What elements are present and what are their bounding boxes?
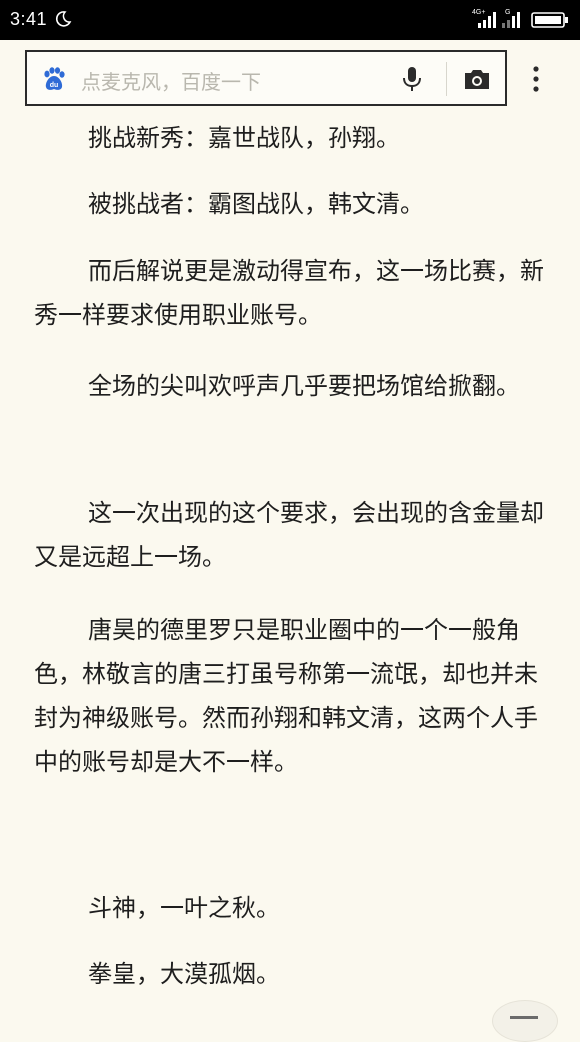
search-divider	[446, 62, 447, 96]
menu-icon[interactable]	[532, 65, 540, 93]
paragraph: 这一次出现的这个要求，会出现的含金量却又是远超上一场。	[34, 499, 544, 571]
signal-icon-2	[502, 12, 520, 28]
paragraph: 拳皇，大漠孤烟。	[88, 960, 280, 988]
paragraph: 唐昊的德里罗只是职业圈中的一个一般角色，林敬言的唐三打虽号称第一流氓，却也并未封…	[34, 616, 538, 776]
paragraph: 斗神，一叶之秋。	[88, 894, 280, 922]
status-time: 3:41	[10, 9, 48, 29]
paragraph: 全场的尖叫欢呼声几乎要把场馆给掀翻。	[88, 372, 520, 400]
baidu-icon: du	[44, 67, 65, 90]
paragraph: 被挑战者：霸图战队，韩文清。	[88, 190, 424, 218]
paragraph: 挑战新秀：嘉世战队，孙翔。	[88, 124, 400, 152]
battery-icon	[531, 12, 568, 28]
search-input[interactable]: 点麦克风，百度一下	[81, 66, 261, 95]
browser-toolbar: du 点麦克风，百度一下	[0, 40, 580, 116]
scroll-handle-mark	[510, 1016, 538, 1019]
moon-icon	[55, 11, 72, 27]
mic-icon[interactable]	[401, 66, 423, 92]
signal-icon	[478, 12, 496, 28]
paragraph: 而后解说更是激动得宣布，这一场比赛，新秀一样要求使用职业账号。	[34, 257, 544, 329]
camera-icon[interactable]	[463, 67, 491, 91]
status-bar: 3:41 4G+ G	[0, 0, 580, 40]
search-bar[interactable]: du 点麦克风，百度一下	[25, 50, 507, 106]
svg-text:du: du	[50, 82, 59, 89]
scroll-handle[interactable]	[492, 1000, 558, 1042]
